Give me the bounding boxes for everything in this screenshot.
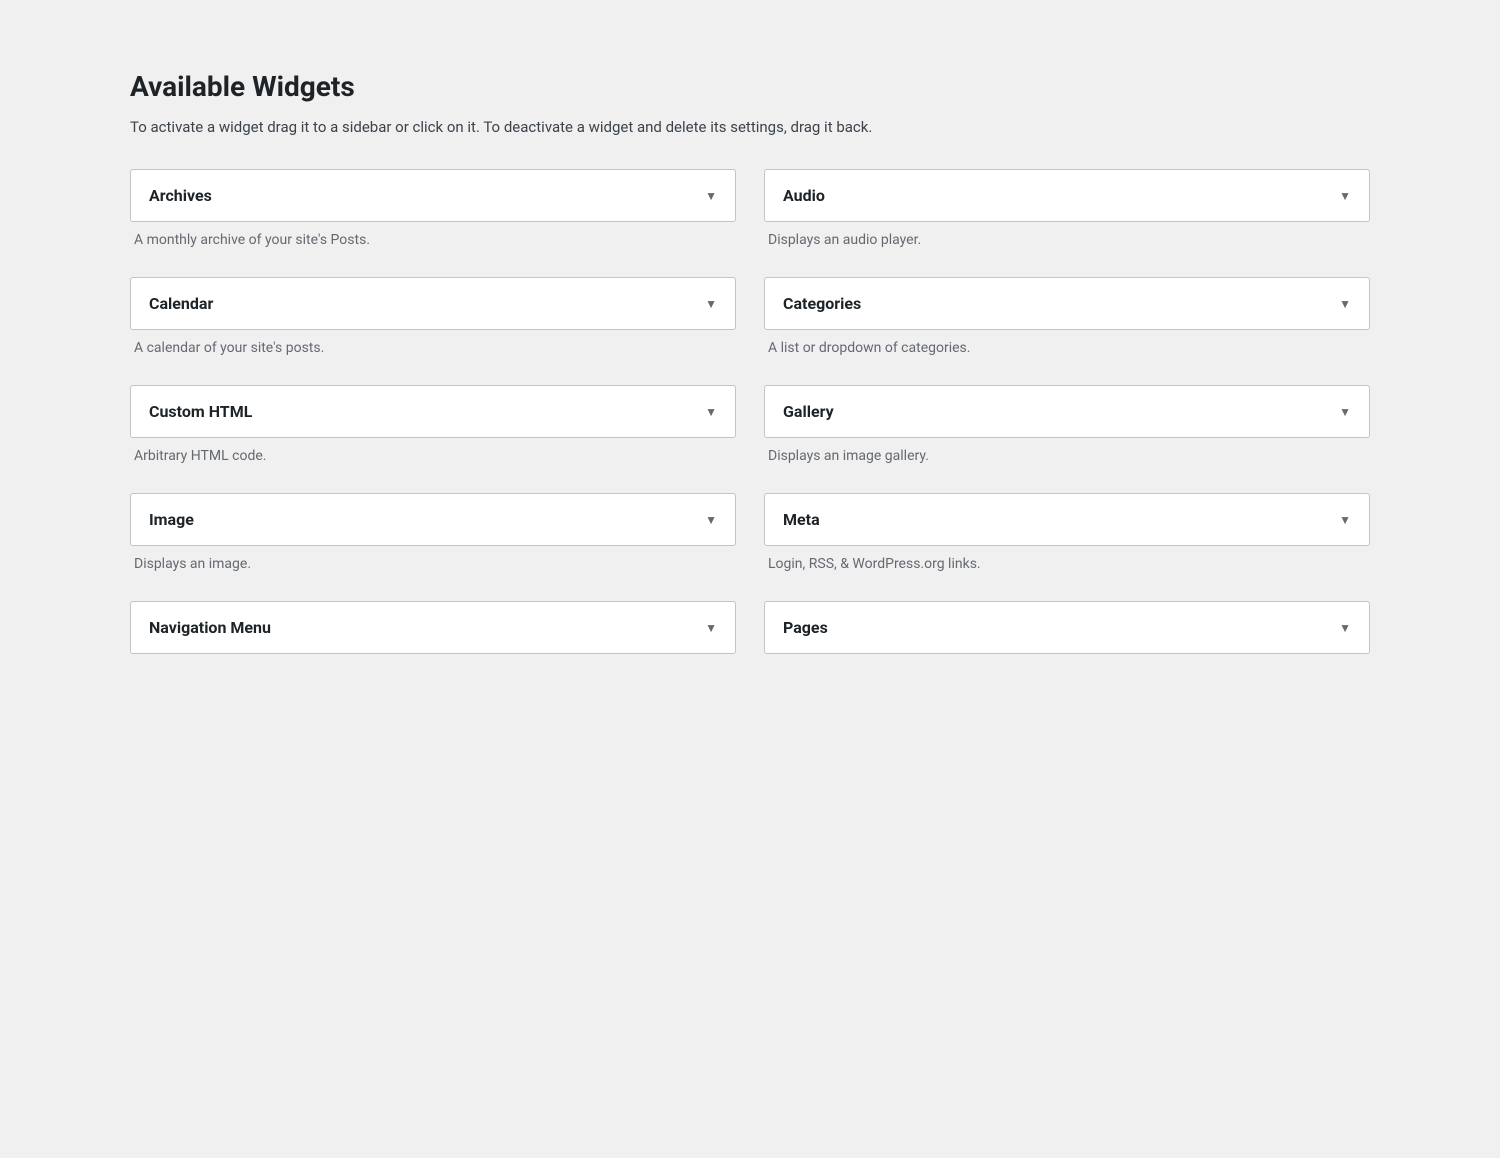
widget-name-image: Image — [149, 510, 194, 529]
widget-item-meta: Meta ▼ Login, RSS, & WordPress.org links. — [764, 493, 1370, 593]
widget-box-image[interactable]: Image ▼ — [130, 493, 736, 546]
widget-item-custom-html: Custom HTML ▼ Arbitrary HTML code. — [130, 385, 736, 485]
chevron-down-icon-meta: ▼ — [1339, 514, 1351, 526]
widget-name-categories: Categories — [783, 294, 861, 313]
widget-name-archives: Archives — [149, 186, 212, 205]
widget-box-calendar[interactable]: Calendar ▼ — [130, 277, 736, 330]
widget-box-gallery[interactable]: Gallery ▼ — [764, 385, 1370, 438]
widget-box-pages[interactable]: Pages ▼ — [764, 601, 1370, 654]
chevron-down-icon-custom-html: ▼ — [705, 406, 717, 418]
widget-box-navigation-menu[interactable]: Navigation Menu ▼ — [130, 601, 736, 654]
widget-item-calendar: Calendar ▼ A calendar of your site's posts… — [130, 277, 736, 377]
widget-item-gallery: Gallery ▼ Displays an image gallery. — [764, 385, 1370, 485]
widget-name-gallery: Gallery — [783, 402, 834, 421]
chevron-down-icon-audio: ▼ — [1339, 190, 1351, 202]
widget-box-audio[interactable]: Audio ▼ — [764, 169, 1370, 222]
widget-name-navigation-menu: Navigation Menu — [149, 618, 271, 637]
widget-item-archives: Archives ▼ A monthly archive of your site'… — [130, 169, 736, 269]
page-description: To activate a widget drag it to a sideba… — [130, 115, 1030, 139]
chevron-down-icon-image: ▼ — [705, 514, 717, 526]
widgets-column-left: Archives ▼ A monthly archive of your site'… — [130, 169, 736, 688]
widget-box-archives[interactable]: Archives ▼ — [130, 169, 736, 222]
widget-description-image: Displays an image. — [130, 546, 736, 593]
widget-description-audio: Displays an audio player. — [764, 222, 1370, 269]
chevron-down-icon-pages: ▼ — [1339, 622, 1351, 634]
widget-box-custom-html[interactable]: Custom HTML ▼ — [130, 385, 736, 438]
chevron-down-icon-navigation-menu: ▼ — [705, 622, 717, 634]
widget-description-calendar: A calendar of your site's posts. — [130, 330, 736, 377]
page-container: Available Widgets To activate a widget d… — [130, 40, 1370, 718]
chevron-down-icon-categories: ▼ — [1339, 298, 1351, 310]
page-title: Available Widgets — [130, 70, 1370, 103]
widget-item-pages: Pages ▼ — [764, 601, 1370, 680]
widget-description-pages — [764, 654, 1370, 680]
widget-item-navigation-menu: Navigation Menu ▼ — [130, 601, 736, 680]
widget-description-categories: A list or dropdown of categories. — [764, 330, 1370, 377]
widget-name-audio: Audio — [783, 186, 825, 205]
widget-description-custom-html: Arbitrary HTML code. — [130, 438, 736, 485]
widget-description-archives: A monthly archive of your site's Posts. — [130, 222, 736, 269]
widget-item-categories: Categories ▼ A list or dropdown of categor… — [764, 277, 1370, 377]
widget-description-gallery: Displays an image gallery. — [764, 438, 1370, 485]
widget-description-navigation-menu — [130, 654, 736, 680]
widget-item-image: Image ▼ Displays an image. — [130, 493, 736, 593]
widget-name-pages: Pages — [783, 618, 828, 637]
chevron-down-icon-archives: ▼ — [705, 190, 717, 202]
widget-item-audio: Audio ▼ Displays an audio player. — [764, 169, 1370, 269]
widgets-column-right: Audio ▼ Displays an audio player. Categorie… — [764, 169, 1370, 688]
widget-description-meta: Login, RSS, & WordPress.org links. — [764, 546, 1370, 593]
widget-name-meta: Meta — [783, 510, 820, 529]
chevron-down-icon-gallery: ▼ — [1339, 406, 1351, 418]
widgets-grid: Archives ▼ A monthly archive of your site'… — [130, 169, 1370, 688]
widget-box-meta[interactable]: Meta ▼ — [764, 493, 1370, 546]
widget-name-custom-html: Custom HTML — [149, 402, 252, 421]
chevron-down-icon-calendar: ▼ — [705, 298, 717, 310]
widget-box-categories[interactable]: Categories ▼ — [764, 277, 1370, 330]
widget-name-calendar: Calendar — [149, 294, 213, 313]
